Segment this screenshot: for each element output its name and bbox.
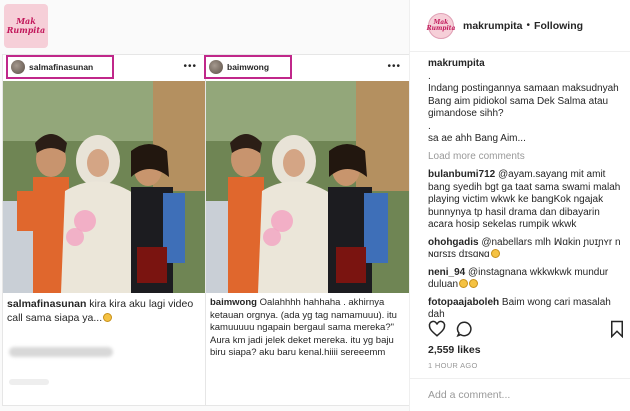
more-dots-icon: ••• — [183, 61, 197, 72]
post-sidebar: Mak Rumpita makrumpita • Following makru… — [410, 0, 630, 411]
comment-username[interactable]: neni_94 — [428, 267, 465, 278]
photo-illustration — [206, 81, 409, 293]
header-separator: • — [526, 20, 531, 31]
more-dots-icon: ••• — [387, 61, 401, 72]
post-header: Mak Rumpita makrumpita • Following — [410, 0, 630, 52]
comment-item: bulanbumi712 @ayam.sayang mit amit bang … — [428, 169, 626, 232]
comment-username[interactable]: ohohgadis — [428, 237, 479, 248]
highlighted-username: baimwong — [204, 55, 292, 79]
comment-mention[interactable]: @nabellars — [481, 237, 532, 248]
comment-item: ohohgadis @nabellars mlh ꟽɑkin ɲʋɪɲʏr n … — [428, 237, 626, 262]
comment-item: neni_94 @instagnana wkkwkwk mundur dulua… — [428, 267, 626, 292]
avatar[interactable]: Mak Rumpita — [427, 12, 455, 39]
bookmark-icon[interactable] — [608, 320, 626, 338]
panel-caption: baimwong Oalahhhh hahhaha . akhirnya ket… — [210, 297, 405, 360]
comment-username[interactable]: fotopaajaboleh — [428, 297, 499, 308]
watermark-logo: Mak Rumpita — [4, 4, 48, 48]
emoji-icon — [103, 313, 113, 322]
logo-line-2: Rumpita — [6, 25, 46, 35]
comment-list: makrumpita . Indang postingannya samaan … — [428, 58, 626, 327]
like-count[interactable]: 2,559 likes — [428, 344, 481, 356]
screenshot-panel-left: salmafinasunan ••• salmafinasunan kira k… — [2, 54, 206, 406]
screenshot-panel-right: baimwong ••• baimwong Oalahhhh hahhaha .… — [204, 54, 409, 406]
heart-icon[interactable] — [428, 320, 446, 338]
photo-illustration — [3, 81, 205, 293]
avatar — [209, 60, 223, 74]
group-photo — [206, 81, 409, 293]
comment-input[interactable]: Add a comment... — [410, 378, 630, 411]
faint-text — [9, 379, 49, 385]
post-image[interactable]: Mak Rumpita salmafinasunan ••• salmafina… — [0, 0, 410, 411]
post-caption: makrumpita . Indang postingannya samaan … — [428, 58, 626, 146]
comment-mention[interactable]: @ayam.sayang — [498, 169, 568, 180]
comment-item: fotopaajaboleh Baim wong cari masalah da… — [428, 297, 626, 322]
blurred-comment — [9, 347, 113, 357]
caption-username[interactable]: makrumpita — [428, 58, 626, 71]
comment-username[interactable]: bulanbumi712 — [428, 169, 495, 180]
caption-line: sa ae ahh Bang Aim... — [428, 133, 526, 144]
comment-mention[interactable]: @instagnana — [468, 267, 527, 278]
post-timestamp: 1 HOUR AGO — [428, 361, 478, 370]
caption-line: Indang postingannya samaan maksudnyah Ba… — [428, 83, 619, 119]
load-more-comments-link[interactable]: Load more comments — [428, 151, 626, 164]
caption-username: salmafinasunan — [7, 298, 87, 310]
emoji-icon — [459, 279, 469, 288]
header-username[interactable]: makrumpita — [463, 20, 523, 32]
panel-username: baimwong — [227, 62, 270, 72]
avatar — [11, 60, 25, 74]
group-photo — [3, 81, 205, 293]
panel-header: baimwong ••• — [204, 55, 409, 79]
panel-username: salmafinasunan — [29, 62, 94, 72]
action-bar — [428, 320, 628, 340]
comment-icon[interactable] — [456, 320, 474, 338]
panel-caption: salmafinasunan kira kira aku lagi video … — [7, 297, 201, 325]
caption-username: baimwong — [210, 297, 257, 308]
panel-header: salmafinasunan ••• — [3, 55, 205, 79]
caption-line: . — [428, 120, 431, 132]
emoji-icon — [469, 279, 479, 288]
emoji-icon — [490, 249, 500, 258]
following-button[interactable]: Following — [534, 20, 583, 32]
caption-line: . — [428, 70, 431, 82]
highlighted-username: salmafinasunan — [6, 55, 114, 79]
